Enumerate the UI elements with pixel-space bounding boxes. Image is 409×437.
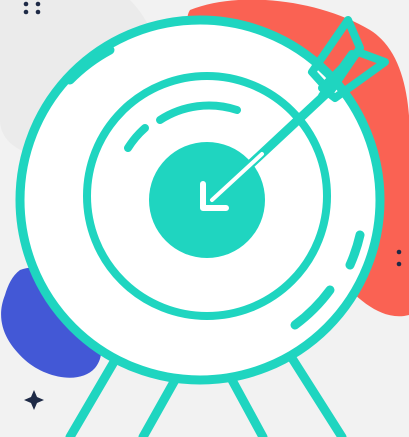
target-illustration — [0, 0, 409, 437]
sparkle-icon — [24, 390, 44, 410]
illustration-canvas — [0, 0, 409, 437]
